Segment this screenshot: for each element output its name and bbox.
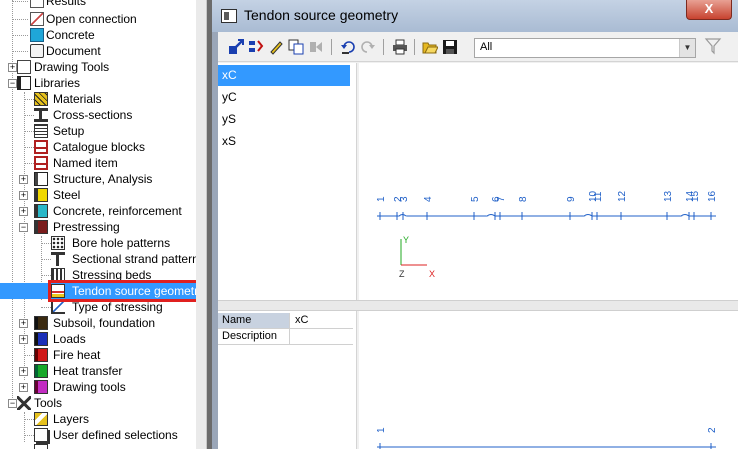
- collapse-icon[interactable]: −: [19, 223, 28, 232]
- axis-z-label: Z: [399, 269, 405, 279]
- drawing-tools-lib-icon: [34, 380, 48, 394]
- axis-x-label: X: [429, 269, 435, 279]
- geometry-list[interactable]: xC yC yS xS: [218, 63, 357, 300]
- list-item-yc[interactable]: yC: [218, 87, 350, 108]
- dialog-client: All ▼ xC yC yS xS 1 2 3 4 5 6 7 8 9 10 11 12 13 14 15 1…: [218, 32, 738, 449]
- undo-icon[interactable]: [340, 39, 356, 55]
- steel-icon: [34, 188, 48, 202]
- filter-value: All: [480, 41, 493, 53]
- save-icon[interactable]: [442, 39, 458, 55]
- insert-icon[interactable]: [248, 39, 264, 55]
- open-icon[interactable]: [422, 39, 439, 55]
- tendon-point-label: 15: [690, 190, 701, 202]
- geometry-preview[interactable]: 1 2 3 4 5 6 7 8 9 10 11 12 13 14 15 16 Y Z X: [359, 63, 738, 300]
- window-icon: [221, 9, 237, 23]
- setup-icon: [34, 124, 48, 138]
- drawing-tools-icon: [17, 60, 31, 74]
- expand-icon[interactable]: +: [19, 383, 28, 392]
- tendon-point-label: 1: [376, 196, 387, 202]
- list-item-xs[interactable]: xS: [218, 131, 350, 152]
- loads-icon: [34, 332, 48, 346]
- catalogue-blocks-icon: [34, 140, 48, 154]
- horizontal-splitter[interactable]: [218, 300, 738, 311]
- tendon-point-label: 7: [496, 196, 507, 202]
- prestressing-icon: [34, 220, 48, 234]
- filter-combobox[interactable]: All ▼: [474, 38, 696, 58]
- list-item-xc[interactable]: xC: [218, 65, 350, 86]
- libraries-icon: [17, 76, 31, 90]
- tendon-point-label: 11: [593, 191, 604, 202]
- property-label: Name: [218, 313, 290, 328]
- subsoil-foundation-icon: [34, 316, 48, 330]
- geometry-preview-canvas: 1 23 4 5 67 8 9 1011 12 13 1415 16YZ X: [376, 190, 718, 279]
- expand-icon[interactable]: +: [19, 191, 28, 200]
- expand-icon[interactable]: +: [19, 335, 28, 344]
- property-label: Description: [218, 329, 290, 344]
- type-of-stressing-icon: [51, 300, 65, 314]
- tendon-point-label: 3: [399, 196, 410, 202]
- tendon-point-label: 12: [617, 190, 628, 202]
- user-defined-selections-icon: [34, 428, 48, 442]
- fire-heat-icon: [34, 348, 48, 362]
- sectional-strand-patterns-icon: [51, 252, 65, 266]
- tendon-point-label: 8: [518, 196, 529, 202]
- open-connection-icon: [30, 12, 44, 26]
- dialog-titlebar[interactable]: Tendon source geometry X: [212, 0, 738, 32]
- tendon-point-label: 9: [566, 196, 577, 202]
- expand-icon[interactable]: +: [19, 367, 28, 376]
- collapse-icon[interactable]: −: [8, 399, 17, 408]
- new-icon[interactable]: [228, 39, 244, 55]
- structure-analysis-icon: [34, 172, 48, 186]
- edit-icon[interactable]: [268, 39, 284, 55]
- tree-guide: [24, 412, 25, 442]
- concrete-reinforcement-icon: [34, 204, 48, 218]
- named-item-icon: [34, 156, 48, 170]
- chevron-down-icon[interactable]: ▼: [679, 39, 695, 57]
- list-item-ys[interactable]: yS: [218, 109, 350, 130]
- selection-highlight-box: [48, 280, 196, 302]
- redo-icon[interactable]: [360, 39, 376, 55]
- tendon-point-label: 16: [707, 190, 718, 202]
- description-field[interactable]: [291, 329, 353, 344]
- close-button[interactable]: X: [686, 0, 732, 20]
- name-field[interactable]: xC: [291, 313, 353, 328]
- document-icon: [30, 44, 44, 58]
- tendon-point-label: 13: [663, 190, 674, 202]
- detail-point-label: 2: [707, 427, 718, 433]
- print-icon[interactable]: [392, 39, 408, 55]
- bore-hole-patterns-icon: [51, 236, 65, 250]
- copy-icon[interactable]: [288, 39, 304, 55]
- funnel-icon[interactable]: [704, 37, 722, 57]
- tendon-point-label: 4: [423, 196, 434, 202]
- property-row-description: Description: [218, 329, 353, 345]
- heat-transfer-icon: [34, 364, 48, 378]
- expand-icon[interactable]: +: [19, 207, 28, 216]
- materials-icon: [34, 92, 48, 106]
- dialog-title: Tendon source geometry: [244, 7, 399, 23]
- collapse-icon[interactable]: −: [8, 79, 17, 88]
- expand-icon[interactable]: +: [19, 175, 28, 184]
- tendon-point-label: 5: [470, 196, 481, 202]
- results-icon: [30, 0, 44, 8]
- property-row-name: Name xC: [218, 313, 353, 329]
- tree-guide: [12, 0, 13, 404]
- property-grid: Name xC Description: [218, 311, 357, 449]
- delete-icon[interactable]: [308, 39, 324, 55]
- detail-point-label: 1: [376, 427, 387, 433]
- tendon-geometry-dialog: Tendon source geometry X All ▼ xC yC yS …: [212, 0, 738, 449]
- detail-preview-canvas: 12: [376, 427, 718, 449]
- cross-sections-icon: [34, 108, 48, 122]
- detail-preview[interactable]: 12: [359, 311, 738, 449]
- axis-y-label: Y: [403, 235, 409, 245]
- toolbar: All ▼: [218, 32, 738, 62]
- expand-icon[interactable]: +: [8, 63, 17, 72]
- layers-icon: [34, 412, 48, 426]
- navigator-tree[interactable]: Results Open connection Concrete Documen…: [0, 0, 196, 449]
- concrete-icon: [30, 28, 44, 42]
- expand-icon[interactable]: +: [19, 319, 28, 328]
- tools-icon: [17, 396, 31, 410]
